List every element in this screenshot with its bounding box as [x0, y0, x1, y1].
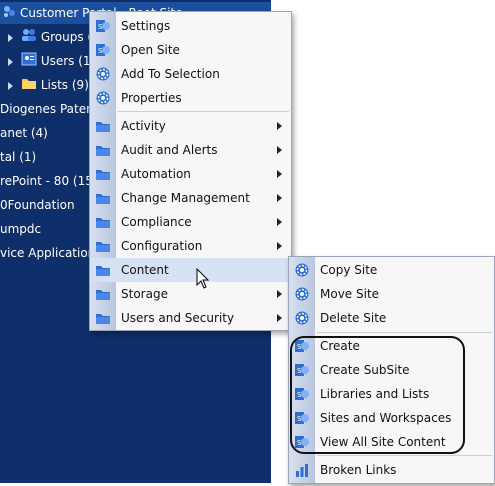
- menu-item-add-to-selection[interactable]: Add To Selection: [90, 62, 291, 86]
- svg-text:S: S: [98, 47, 103, 55]
- sharepoint-icon: S: [95, 42, 111, 58]
- menu-item-label: Settings: [121, 19, 171, 33]
- folder-icon: [95, 238, 111, 254]
- tree-item-label: 0Foundation: [0, 198, 75, 212]
- tree-item-lists[interactable]: Lists (9): [8, 74, 89, 96]
- menu-item-label: Delete Site: [320, 311, 387, 325]
- sharepoint-icon: S: [95, 18, 111, 34]
- menu-item-label: Users and Security: [121, 311, 235, 325]
- tree-item-label: tal (1): [0, 150, 37, 164]
- tree-item-label: Lists (9): [40, 78, 89, 92]
- menu-item-label: Move Site: [320, 287, 380, 301]
- folder-icon: [95, 214, 111, 230]
- menu-item-delete-site[interactable]: Delete Site: [289, 306, 494, 330]
- group-icon: [21, 27, 37, 49]
- mouse-cursor-icon: [196, 268, 210, 289]
- folder-icon: [95, 166, 111, 182]
- users-icon: [21, 51, 37, 73]
- menu-item-move-site[interactable]: Move Site: [289, 282, 494, 306]
- tree-item-anet[interactable]: anet (4): [0, 122, 48, 144]
- menu-item-label: Change Management: [121, 191, 250, 205]
- tree-item-label: Diogenes Patent: [0, 102, 99, 116]
- menu-item-label: Open Site: [121, 43, 180, 57]
- menu-item-automation[interactable]: Automation: [90, 162, 291, 186]
- menu-item-activity[interactable]: Activity: [90, 114, 291, 138]
- menu-item-label: Broken Links: [320, 463, 397, 477]
- tree-item-label: anet (4): [0, 126, 48, 140]
- gear-icon: [95, 66, 111, 82]
- expand-arrow-icon[interactable]: [8, 33, 13, 42]
- folder-icon: [95, 118, 111, 134]
- folder-icon: [95, 286, 111, 302]
- menu-item-label: Content: [121, 263, 169, 277]
- gear-icon: [95, 90, 111, 106]
- menu-item-properties[interactable]: Properties: [90, 86, 291, 110]
- tree-item-tal[interactable]: tal (1): [0, 146, 36, 168]
- menu-item-content[interactable]: Content: [90, 258, 291, 282]
- menu-item-label: Add To Selection: [121, 67, 220, 81]
- context-menu: S Settings S Open Site Add To Selection Prope…: [89, 11, 292, 331]
- menu-item-users-and-security[interactable]: Users and Security: [90, 306, 291, 330]
- folder-icon: [95, 190, 111, 206]
- menu-item-label: Activity: [121, 119, 166, 133]
- bar-chart-icon: [294, 462, 310, 478]
- tree-item-foundation[interactable]: 0Foundation: [0, 194, 75, 216]
- tree-item-diogenes[interactable]: Diogenes Patent: [0, 98, 98, 120]
- tree-item-applications[interactable]: vice Applications: [0, 242, 102, 264]
- expand-arrow-icon[interactable]: [8, 57, 13, 66]
- folder-icon: [95, 262, 111, 278]
- submenu-arrow-icon: [277, 290, 282, 298]
- submenu-arrow-icon: [277, 314, 282, 322]
- tree-item-label: umpdc: [0, 222, 42, 236]
- menu-item-label: Properties: [121, 91, 182, 105]
- sharepoint-icon: [2, 3, 16, 25]
- menu-item-label: Configuration: [121, 239, 203, 253]
- menu-item-label: Automation: [121, 167, 191, 181]
- gear-icon: [294, 262, 310, 278]
- menu-separator: [317, 455, 492, 456]
- menu-separator: [118, 111, 289, 112]
- menu-item-storage[interactable]: Storage: [90, 282, 291, 306]
- menu-item-broken-links[interactable]: Broken Links: [289, 458, 494, 482]
- expand-arrow-icon[interactable]: [8, 81, 13, 90]
- menu-item-label: Compliance: [121, 215, 192, 229]
- folder-icon: [95, 310, 111, 326]
- submenu-arrow-icon: [277, 146, 282, 154]
- tree-item-label: rePoint - 80 (15): [0, 174, 98, 188]
- menu-item-settings[interactable]: S Settings: [90, 14, 291, 38]
- submenu-arrow-icon: [277, 218, 282, 226]
- annotation-highlight-oval: [290, 336, 465, 454]
- gear-icon: [294, 310, 310, 326]
- folder-icon: [95, 142, 111, 158]
- menu-item-change-management[interactable]: Change Management: [90, 186, 291, 210]
- tree-item-umpdc[interactable]: umpdc: [0, 218, 41, 240]
- tree-item-label: Users (1): [40, 54, 96, 68]
- menu-item-open-site[interactable]: S Open Site: [90, 38, 291, 62]
- submenu-arrow-icon: [277, 170, 282, 178]
- submenu-arrow-icon: [277, 242, 282, 250]
- gear-icon: [294, 286, 310, 302]
- menu-separator: [317, 332, 492, 333]
- menu-item-audit-and-alerts[interactable]: Audit and Alerts: [90, 138, 291, 162]
- menu-item-configuration[interactable]: Configuration: [90, 234, 291, 258]
- folder-icon: [21, 75, 37, 97]
- submenu-arrow-icon: [277, 194, 282, 202]
- menu-item-label: Copy Site: [320, 263, 378, 277]
- menu-item-label: Audit and Alerts: [121, 143, 218, 157]
- submenu-arrow-icon: [277, 122, 282, 130]
- svg-text:S: S: [98, 23, 103, 31]
- tree-item-users[interactable]: Users (1): [8, 50, 95, 72]
- menu-item-copy-site[interactable]: Copy Site: [289, 258, 494, 282]
- tree-item-repoint[interactable]: rePoint - 80 (15): [0, 170, 98, 192]
- menu-item-compliance[interactable]: Compliance: [90, 210, 291, 234]
- tree-item-label: vice Applications: [0, 246, 102, 260]
- menu-item-label: Storage: [121, 287, 168, 301]
